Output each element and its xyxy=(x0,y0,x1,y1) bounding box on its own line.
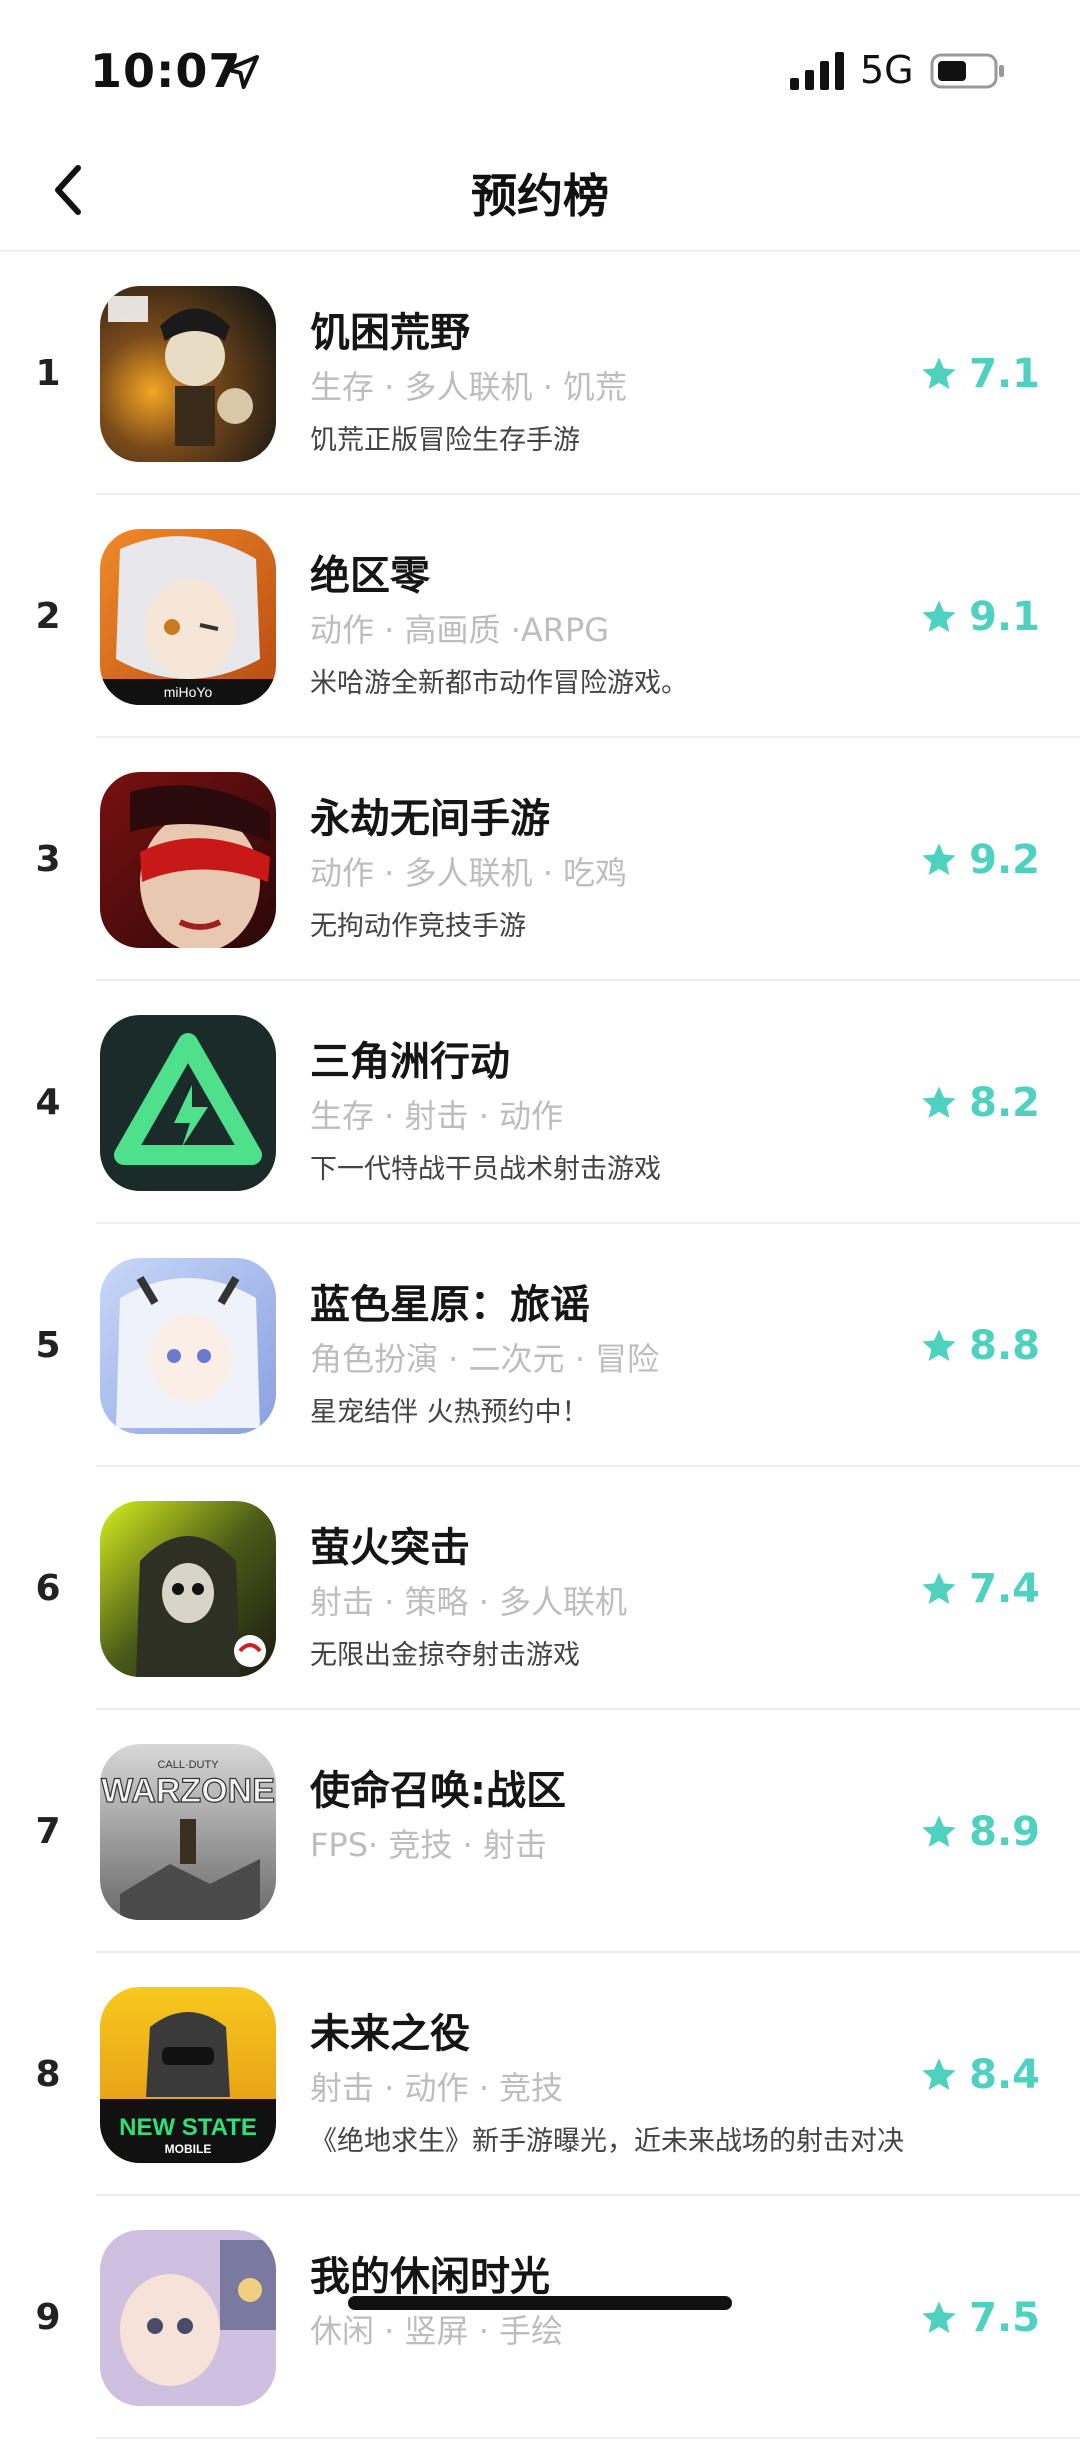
status-time: 10:07 xyxy=(90,44,242,98)
page-title: 预约榜 xyxy=(471,169,609,223)
rank-number: 7 xyxy=(35,1811,61,1852)
list-item[interactable]: 8 NEW STATE MOBILE 未来之役 射击 · 动作 · 竞技 《绝地… xyxy=(0,1953,1080,2196)
game-name: 永劫无间手游 xyxy=(310,796,550,842)
icon-caption: CALL·DUTY xyxy=(157,1759,219,1771)
dont-starve-app-icon[interactable] xyxy=(100,286,276,462)
star-icon xyxy=(922,1571,956,1604)
game-name: 蓝色星原：旅谣 xyxy=(310,1282,590,1328)
home-indicator[interactable] xyxy=(348,2296,732,2310)
blue-star-app-icon[interactable] xyxy=(100,1258,276,1434)
game-description: 无拘动作竞技手游 xyxy=(310,911,526,942)
game-name: 使命召唤:战区 xyxy=(310,1768,566,1814)
game-description: 《绝地求生》新手游曝光，近未来战场的射击对决 xyxy=(310,2126,904,2157)
svg-text:miHoYo: miHoYo xyxy=(164,684,213,700)
star-icon xyxy=(922,842,956,875)
rating-value: 8.4 xyxy=(969,2051,1040,2098)
star-icon xyxy=(922,1814,956,1847)
game-tags: 角色扮演 · 二次元 · 冒险 xyxy=(310,1340,660,1378)
icon-title: NEW STATE xyxy=(119,2114,257,2141)
game-tags: 生存 · 多人联机 · 饥荒 xyxy=(310,368,628,406)
list-item[interactable]: 7 CALL·DUTY WARZONE 使命召唤:战区 FPS· 竞技 · 射击 xyxy=(0,1710,1080,1953)
rating: 9.1 xyxy=(919,495,1040,738)
star-icon xyxy=(922,2300,956,2333)
icon-caption: MOBILE xyxy=(165,2142,212,2156)
game-name: 我的休闲时光 xyxy=(310,2254,550,2300)
list-item[interactable]: 4 三角洲行动 生存 · 射击 · 动作 下一代特战干员战术射击游戏 8.2 xyxy=(0,981,1080,1224)
rank-number: 3 xyxy=(35,839,61,880)
game-description: 星宠结伴 火热预约中！ xyxy=(310,1397,589,1428)
game-name: 未来之役 xyxy=(310,2011,470,2057)
list-item[interactable]: 2 miHoYo 绝区零 动作 · 高画质 ·ARPG 米哈游全新都市动作冒险游… xyxy=(0,495,1080,738)
list-item[interactable]: 5 蓝色星原：旅谣 角色扮演 · 二次元 · 冒险 星宠结伴 火热预约中！ 8.… xyxy=(0,1224,1080,1467)
warzone-app-icon[interactable]: CALL·DUTY WARZONE xyxy=(100,1744,276,1920)
rank-number: 4 xyxy=(35,1082,61,1123)
list-item[interactable]: 1 饥困荒野 生存 · 多人联机 · 饥荒 饥荒正版冒险生存手游 7.1 xyxy=(0,252,1080,495)
game-description: 下一代特战干员战术射击游戏 xyxy=(310,1154,661,1185)
location-arrow-icon xyxy=(225,55,259,89)
game-name: 三角洲行动 xyxy=(310,1039,510,1085)
rank-number: 8 xyxy=(35,2054,61,2095)
status-bar: 10:07 5G xyxy=(0,0,1080,130)
game-description: 无限出金掠夺射击游戏 xyxy=(310,1640,580,1671)
battery-icon xyxy=(930,53,1004,89)
network-type: 5G xyxy=(860,48,914,92)
rating: 8.4 xyxy=(919,1953,1040,2196)
game-tags: 射击 · 动作 · 竞技 xyxy=(310,2069,564,2107)
rank-list: 1 饥困荒野 生存 · 多人联机 · 饥荒 饥荒正版冒险生存手游 7.1 2 m… xyxy=(0,252,1080,2439)
zenless-zone-zero-app-icon[interactable]: miHoYo xyxy=(100,529,276,705)
rating: 8.9 xyxy=(919,1710,1040,1953)
firefly-assault-app-icon[interactable] xyxy=(100,1501,276,1677)
game-name: 萤火突击 xyxy=(310,1525,470,1571)
naraka-app-icon[interactable] xyxy=(100,772,276,948)
rating: 7.5 xyxy=(919,2196,1040,2439)
rating: 7.1 xyxy=(919,252,1040,495)
rating-value: 9.1 xyxy=(969,593,1040,640)
rating-value: 8.2 xyxy=(969,1079,1040,1126)
game-tags: 射击 · 策略 · 多人联机 xyxy=(310,1583,628,1621)
star-icon xyxy=(922,2057,956,2090)
game-tags: 生存 · 射击 · 动作 xyxy=(310,1097,564,1135)
star-icon xyxy=(922,599,956,632)
icon-title: WARZONE xyxy=(101,1772,275,1810)
rating: 7.4 xyxy=(919,1467,1040,1710)
leisure-time-app-icon[interactable] xyxy=(100,2230,276,2406)
game-tags: 动作 · 高画质 ·ARPG xyxy=(310,611,610,649)
nav-bar: 预约榜 xyxy=(0,130,1080,252)
new-state-app-icon[interactable]: NEW STATE MOBILE xyxy=(100,1987,276,2163)
list-item[interactable]: 3 永劫无间手游 动作 · 多人联机 · 吃鸡 无拘动作竞技手游 9.2 xyxy=(0,738,1080,981)
game-name: 绝区零 xyxy=(310,553,430,599)
game-tags: 动作 · 多人联机 · 吃鸡 xyxy=(310,854,628,892)
rank-number: 2 xyxy=(35,596,61,637)
game-tags: 休闲 · 竖屏 · 手绘 xyxy=(310,2312,564,2350)
rating: 9.2 xyxy=(919,738,1040,981)
rank-number: 5 xyxy=(35,1325,61,1366)
rating-value: 8.8 xyxy=(969,1322,1040,1369)
rating-value: 7.5 xyxy=(969,2294,1040,2341)
star-icon xyxy=(922,1328,956,1361)
rating-value: 7.4 xyxy=(969,1565,1040,1612)
rating-value: 7.1 xyxy=(969,350,1040,397)
rank-number: 9 xyxy=(35,2297,61,2338)
game-name: 饥困荒野 xyxy=(310,310,470,356)
cellular-signal-icon xyxy=(790,52,844,90)
game-description: 米哈游全新都市动作冒险游戏。 xyxy=(310,668,688,699)
star-icon xyxy=(922,356,956,389)
list-item[interactable]: 6 萤火突击 射击 · 策略 · 多人联机 无限出金掠夺射击游戏 7.4 xyxy=(0,1467,1080,1710)
list-item[interactable]: 9 我的休闲时光 休闲 · 竖屏 · 手绘 7.5 xyxy=(0,2196,1080,2439)
rank-number: 6 xyxy=(35,1568,61,1609)
game-tags: FPS· 竞技 · 射击 xyxy=(310,1826,547,1864)
rating: 8.8 xyxy=(919,1224,1040,1467)
delta-force-app-icon[interactable] xyxy=(100,1015,276,1191)
rating-value: 8.9 xyxy=(969,1808,1040,1855)
star-icon xyxy=(922,1085,956,1118)
rank-number: 1 xyxy=(35,353,61,394)
rating-value: 9.2 xyxy=(969,836,1040,883)
rating: 8.2 xyxy=(919,981,1040,1224)
game-description: 饥荒正版冒险生存手游 xyxy=(310,425,580,456)
